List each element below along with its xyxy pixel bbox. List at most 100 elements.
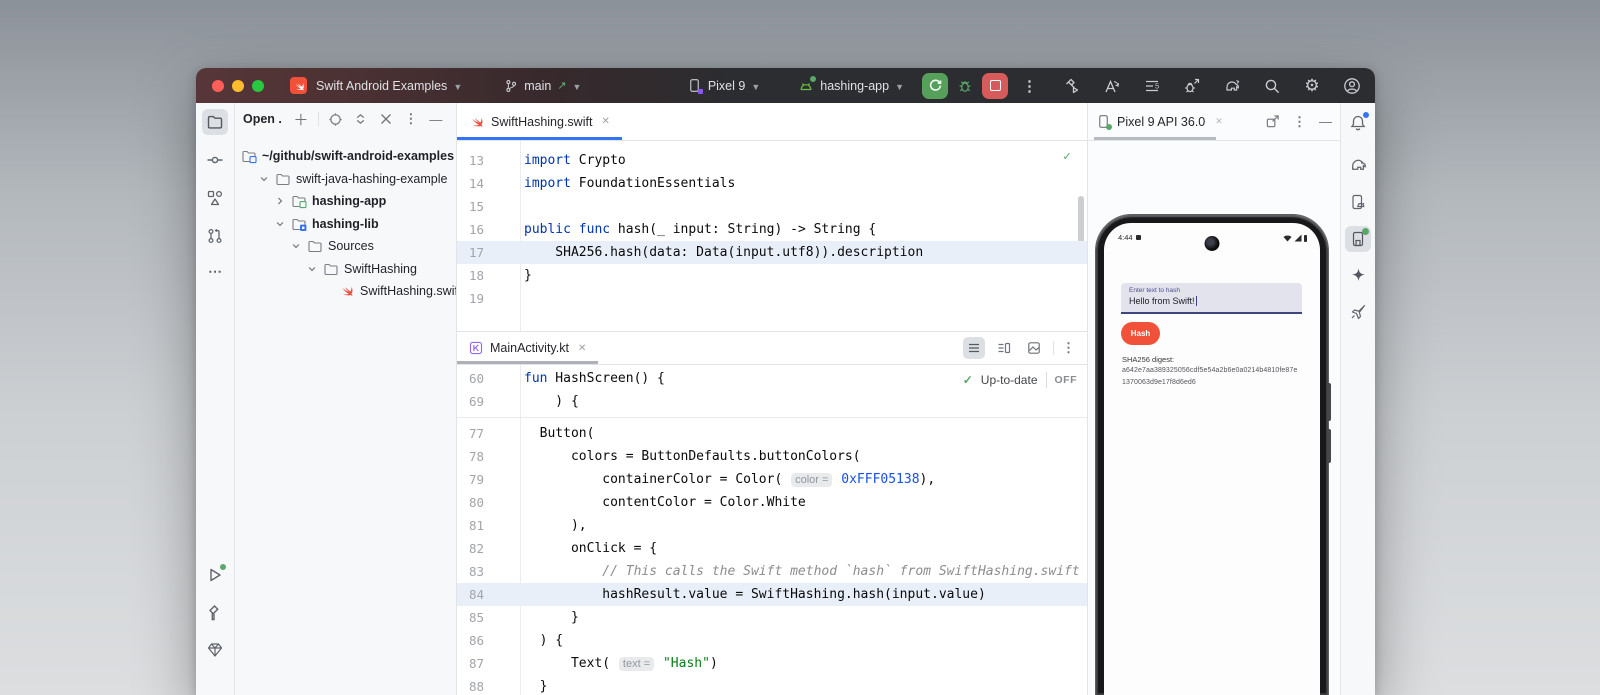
run-tool-icon[interactable] [202, 562, 228, 588]
ai-assist-icon[interactable] [1103, 77, 1121, 95]
more-actions-icon[interactable]: ⋮ [1022, 77, 1037, 95]
device-tab[interactable]: Pixel 9 API 36.0 ✕ [1096, 114, 1223, 130]
pull-requests-tool-icon[interactable] [202, 223, 228, 249]
camera-punch-hole [1204, 236, 1220, 251]
tree-item[interactable]: SwiftHashing [235, 258, 456, 281]
tree-item[interactable]: SwiftHashing.swift [235, 280, 456, 303]
debug-button[interactable] [952, 73, 978, 99]
gemini-star-icon[interactable] [1345, 262, 1371, 288]
emulator-screen[interactable]: 4:44 Enter text to hash Hello from Swift… [1104, 223, 1320, 695]
code-line[interactable]: 18} [457, 264, 1087, 287]
swift-editor[interactable]: ✓ 13 import Crypto 14 import FoundationEsse… [457, 141, 1087, 331]
run-config-selector[interactable]: hashing-app ▼ [798, 75, 904, 94]
device-manager-icon[interactable] [1345, 189, 1371, 215]
device-kebab-icon[interactable]: ⋮ [1293, 114, 1306, 130]
code-line[interactable]: 81 ), [457, 514, 1087, 537]
hash-button[interactable]: Hash [1121, 322, 1160, 345]
split-view-icon[interactable] [993, 337, 1015, 359]
code-line[interactable]: 85 } [457, 606, 1087, 629]
expand-all-icon[interactable] [353, 111, 369, 127]
tree-item[interactable]: hashing-app [235, 190, 456, 213]
attach-debugger-icon[interactable] [1183, 77, 1201, 95]
chevron-down-icon: ▼ [572, 81, 582, 92]
rerun-button[interactable] [922, 72, 948, 99]
code-line[interactable]: 19 [457, 287, 1087, 310]
branch-selector[interactable]: main ↗ ▼ [504, 79, 581, 93]
stop-button[interactable] [982, 72, 1008, 99]
search-icon[interactable] [1263, 77, 1281, 95]
options-kebab-icon[interactable]: ⋮ [403, 111, 419, 127]
hide-panel-icon[interactable]: — [428, 111, 444, 127]
todo-list-icon[interactable]: 5 [1143, 77, 1161, 95]
account-icon[interactable] [1343, 77, 1361, 95]
locate-file-icon[interactable] [328, 111, 344, 127]
code-line[interactable]: 79 containerColor = Color( color = 0xFFF… [457, 468, 1087, 491]
code-text: } [524, 679, 548, 694]
tree-item[interactable]: ~/github/swift-android-examples [235, 145, 456, 168]
gradle-elephant-icon[interactable] [1345, 151, 1371, 177]
tab-mainactivity-kt[interactable]: MainActivity.kt ✕ [457, 332, 599, 364]
close-tab-icon[interactable]: ✕ [601, 116, 609, 127]
commit-tool-icon[interactable] [202, 147, 228, 173]
collapse-all-icon[interactable] [378, 111, 394, 127]
code-line[interactable]: 84 hashResult.value = SwiftHashing.hash(… [457, 583, 1087, 606]
chevron-down-icon: ▼ [453, 81, 463, 92]
more-tools-icon[interactable]: ⋯ [202, 258, 228, 284]
structure-tool-icon[interactable] [202, 185, 228, 211]
gem-tool-icon[interactable] [202, 637, 228, 663]
project-pane-title[interactable]: Open . [243, 112, 282, 126]
running-devices-icon[interactable] [1345, 226, 1371, 252]
open-in-window-icon[interactable] [1265, 114, 1280, 129]
hide-device-panel-icon[interactable]: — [1319, 114, 1332, 129]
add-icon[interactable]: ＋ [293, 111, 309, 129]
settings-gear-icon[interactable]: ⚙ [1303, 77, 1321, 95]
kotlin-editor[interactable]: ✓ Up-to-date OFF 60 fun HashScreen() {69 … [457, 365, 1087, 695]
window-controls [212, 79, 264, 92]
chevron-down-icon[interactable] [273, 217, 287, 231]
code-line[interactable]: 16 public func hash(_ input: String) -> S… [457, 218, 1087, 241]
code-line[interactable]: 86 ) { [457, 629, 1087, 652]
code-line[interactable]: 60 fun HashScreen() { [457, 367, 1087, 390]
code-view-icon[interactable] [963, 337, 985, 359]
zoom-window-button[interactable] [252, 79, 264, 92]
design-view-icon[interactable] [1023, 337, 1045, 359]
chevron-right-icon[interactable] [273, 194, 287, 208]
code-line[interactable]: 88 } [457, 675, 1087, 695]
tab-swifthashing-swift[interactable]: SwiftHashing.swift ✕ [457, 103, 622, 140]
line-number: 16 [468, 222, 484, 237]
device-selector[interactable]: Pixel 9 ▼ [687, 78, 760, 94]
code-line[interactable]: 15 [457, 195, 1087, 218]
tree-item[interactable]: hashing-lib [235, 213, 456, 236]
editor-kebab-icon[interactable]: ⋮ [1062, 340, 1075, 356]
code-line[interactable]: 69 ) { [457, 390, 1087, 413]
code-line[interactable]: 83 // This calls the Swift method `hash`… [457, 560, 1087, 583]
hash-input-field[interactable]: Enter text to hash Hello from Swift! [1121, 283, 1302, 314]
build-run-icon[interactable] [1063, 77, 1081, 95]
chevron-down-icon[interactable] [305, 262, 319, 276]
code-line[interactable]: 80 contentColor = Color.White [457, 491, 1087, 514]
build-tool-icon[interactable] [202, 600, 228, 626]
code-line[interactable]: 17 SHA256.hash(data: Data(input.utf8)).d… [457, 241, 1087, 264]
tree-item[interactable]: Sources [235, 235, 456, 258]
code-line[interactable]: 77 Button( [457, 422, 1087, 445]
code-line[interactable]: 78 colors = ButtonDefaults.buttonColors( [457, 445, 1087, 468]
minimize-window-button[interactable] [232, 79, 244, 92]
chevron-down-icon[interactable] [289, 239, 303, 253]
notifications-bell-icon[interactable] [1345, 110, 1371, 136]
close-device-tab-icon[interactable]: ✕ [1215, 116, 1223, 127]
code-line[interactable]: 87 Text( text = "Hash") [457, 652, 1087, 675]
push-arrow-icon: ↗ [557, 80, 567, 92]
code-line[interactable]: 82 onClick = { [457, 537, 1087, 560]
chevron-down-icon[interactable] [257, 172, 271, 186]
project-tool-icon[interactable] [202, 109, 228, 135]
project-selector[interactable]: Swift Android Examples ▼ [316, 79, 462, 93]
folder-icon [307, 238, 323, 254]
gradle-sync-icon[interactable] [1223, 77, 1241, 95]
tree-item[interactable]: swift-java-hashing-example [235, 168, 456, 191]
code-line[interactable]: 14 import FoundationEssentials [457, 172, 1087, 195]
close-tab-icon[interactable]: ✕ [578, 343, 586, 354]
code-text: fun HashScreen() { [524, 371, 665, 386]
airplane-icon[interactable] [1345, 299, 1371, 325]
close-window-button[interactable] [212, 79, 224, 92]
code-line[interactable]: 13 import Crypto [457, 149, 1087, 172]
